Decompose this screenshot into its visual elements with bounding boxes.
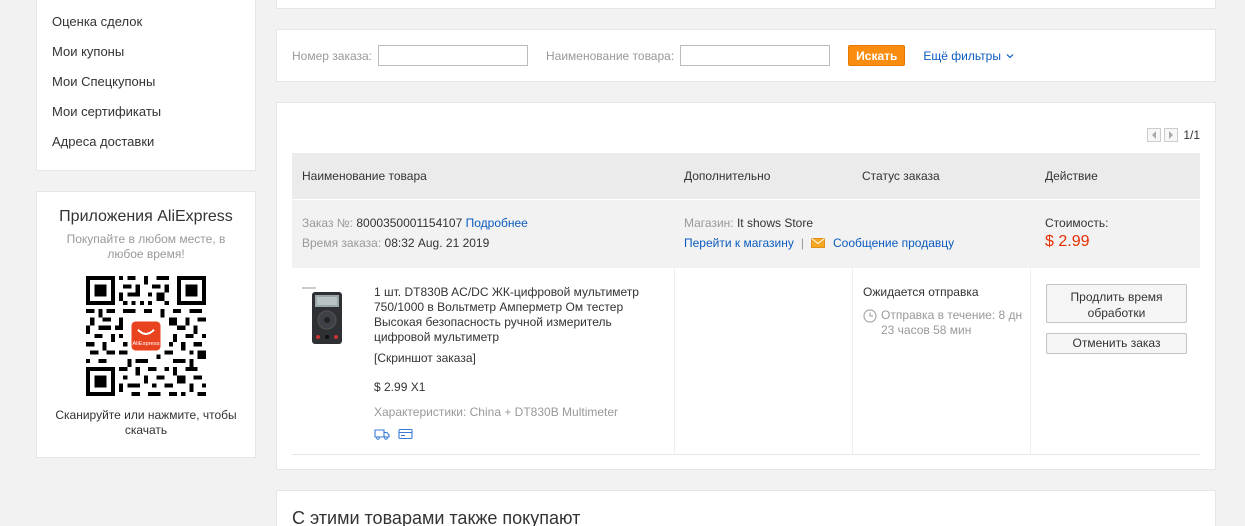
order-status-cell: Ожидается отправка Отправка в течение: 8…: [863, 285, 1033, 338]
service-icons: [374, 428, 664, 440]
prev-page-button[interactable]: [1147, 128, 1162, 142]
order-status: Ожидается отправка: [863, 285, 979, 299]
store-name: It shows Store: [736, 216, 813, 230]
header-action: Действие: [1045, 169, 1098, 183]
orders-table-header: Наименование товара Дополнительно Статус…: [292, 153, 1200, 199]
more-filters-label: Ещё фильтры: [923, 48, 1001, 63]
sidebar-item-my-coupons[interactable]: Мои купоны: [37, 37, 255, 67]
order-header-row: Заказ №: 8000350001154107 Подробнее Врем…: [292, 200, 1200, 268]
order-search-panel: Номер заказа: Наименование товара: Искат…: [276, 29, 1216, 82]
go-to-store-link[interactable]: Перейти к магазину: [684, 236, 794, 250]
pagination: 1/1: [1147, 128, 1200, 142]
header-status: Статус заказа: [862, 169, 940, 183]
top-panel: [276, 0, 1216, 9]
sidebar-item-deal-reviews[interactable]: Оценка сделок: [37, 7, 255, 37]
next-page-button[interactable]: [1164, 128, 1179, 142]
product-title-link[interactable]: 1 шт. DT830B AC/DC ЖК-цифровой мультимет…: [374, 285, 664, 345]
order-actions: Продлить время обработки Отменить заказ: [1046, 284, 1187, 354]
account-sidebar-menu: Оценка сделок Мои купоны Мои Спецкупоны …: [36, 0, 256, 171]
arrow-left-icon: [1152, 131, 1157, 139]
order-snapshot-link[interactable]: [Скриншот заказа]: [374, 351, 664, 366]
store-label: Магазин:: [684, 216, 734, 230]
product-info: 1 шт. DT830B AC/DC ЖК-цифровой мультимет…: [374, 285, 664, 440]
app-promo-title: Приложения AliExpress: [59, 208, 233, 225]
order-number-label: Заказ №:: [302, 216, 354, 230]
link-separator: |: [800, 236, 804, 250]
product-name-label: Наименование товара:: [546, 48, 675, 63]
sidebar-item-my-special-coupons[interactable]: Мои Спецкупоны: [37, 67, 255, 97]
sidebar-item-shipping-addresses[interactable]: Адреса доставки: [37, 127, 255, 157]
order-item-row: 1 шт. DT830B AC/DC ЖК-цифровой мультимет…: [292, 268, 1200, 455]
message-seller-link[interactable]: Сообщение продавцу: [833, 236, 954, 250]
column-divider: [674, 268, 675, 455]
order-details-link[interactable]: Подробнее: [466, 216, 528, 230]
chevron-down-icon: [1006, 54, 1014, 59]
recommendations-title: С этими товарами также покупают: [292, 508, 581, 526]
sidebar-item-my-certificates[interactable]: Мои сертификаты: [37, 97, 255, 127]
orders-panel: 1/1 Наименование товара Дополнительно Ст…: [276, 102, 1216, 470]
product-price-quantity: $ 2.99 X1: [374, 380, 426, 394]
order-cost: $ 2.99: [1045, 233, 1090, 250]
extend-processing-button[interactable]: Продлить время обработки: [1046, 284, 1187, 323]
cost-label: Стоимость:: [1045, 216, 1109, 230]
recommendations-panel: С этими товарами также покупают: [276, 490, 1216, 526]
shipping-countdown: Отправка в течение: 8 дн 23 часов 58 мин: [881, 308, 1023, 337]
qr-code-image: AliExpress: [86, 276, 206, 396]
header-extra: Дополнительно: [684, 169, 771, 183]
app-promo-hint: Сканируйте или нажмите, чтобы скачать: [55, 408, 237, 437]
order-number-label: Номер заказа:: [292, 48, 373, 63]
product-thumbnail[interactable]: [300, 286, 352, 346]
app-promo-panel: Приложения AliExpress Покупайте в любом …: [36, 191, 256, 458]
card-icon[interactable]: [398, 428, 413, 440]
envelope-icon: [811, 238, 825, 248]
app-qr-code[interactable]: AliExpress: [86, 276, 206, 396]
order-time-value: 08:32 Aug. 21 2019: [384, 236, 490, 250]
cancel-order-button[interactable]: Отменить заказ: [1046, 333, 1187, 354]
order-time-label: Время заказа:: [302, 236, 382, 250]
multimeter-image: [300, 286, 352, 346]
clock-icon: [863, 309, 877, 323]
page-indicator: 1/1: [1183, 128, 1200, 142]
product-name-input[interactable]: [680, 45, 831, 66]
truck-icon[interactable]: [374, 428, 390, 440]
aliexpress-logo-text: AliExpress: [132, 341, 159, 347]
arrow-right-icon: [1169, 131, 1174, 139]
more-filters-link[interactable]: Ещё фильтры: [923, 49, 1014, 63]
app-promo-subtitle: Покупайте в любом месте, в любое время!: [66, 232, 226, 261]
header-product: Наименование товара: [302, 169, 427, 183]
order-number-input[interactable]: [378, 45, 529, 66]
product-characteristics: Характеристики: China + DT830B Multimete…: [374, 405, 619, 419]
column-divider: [852, 268, 853, 455]
order-number-value: 8000350001154107: [356, 216, 463, 230]
search-button[interactable]: Искать: [848, 45, 906, 66]
